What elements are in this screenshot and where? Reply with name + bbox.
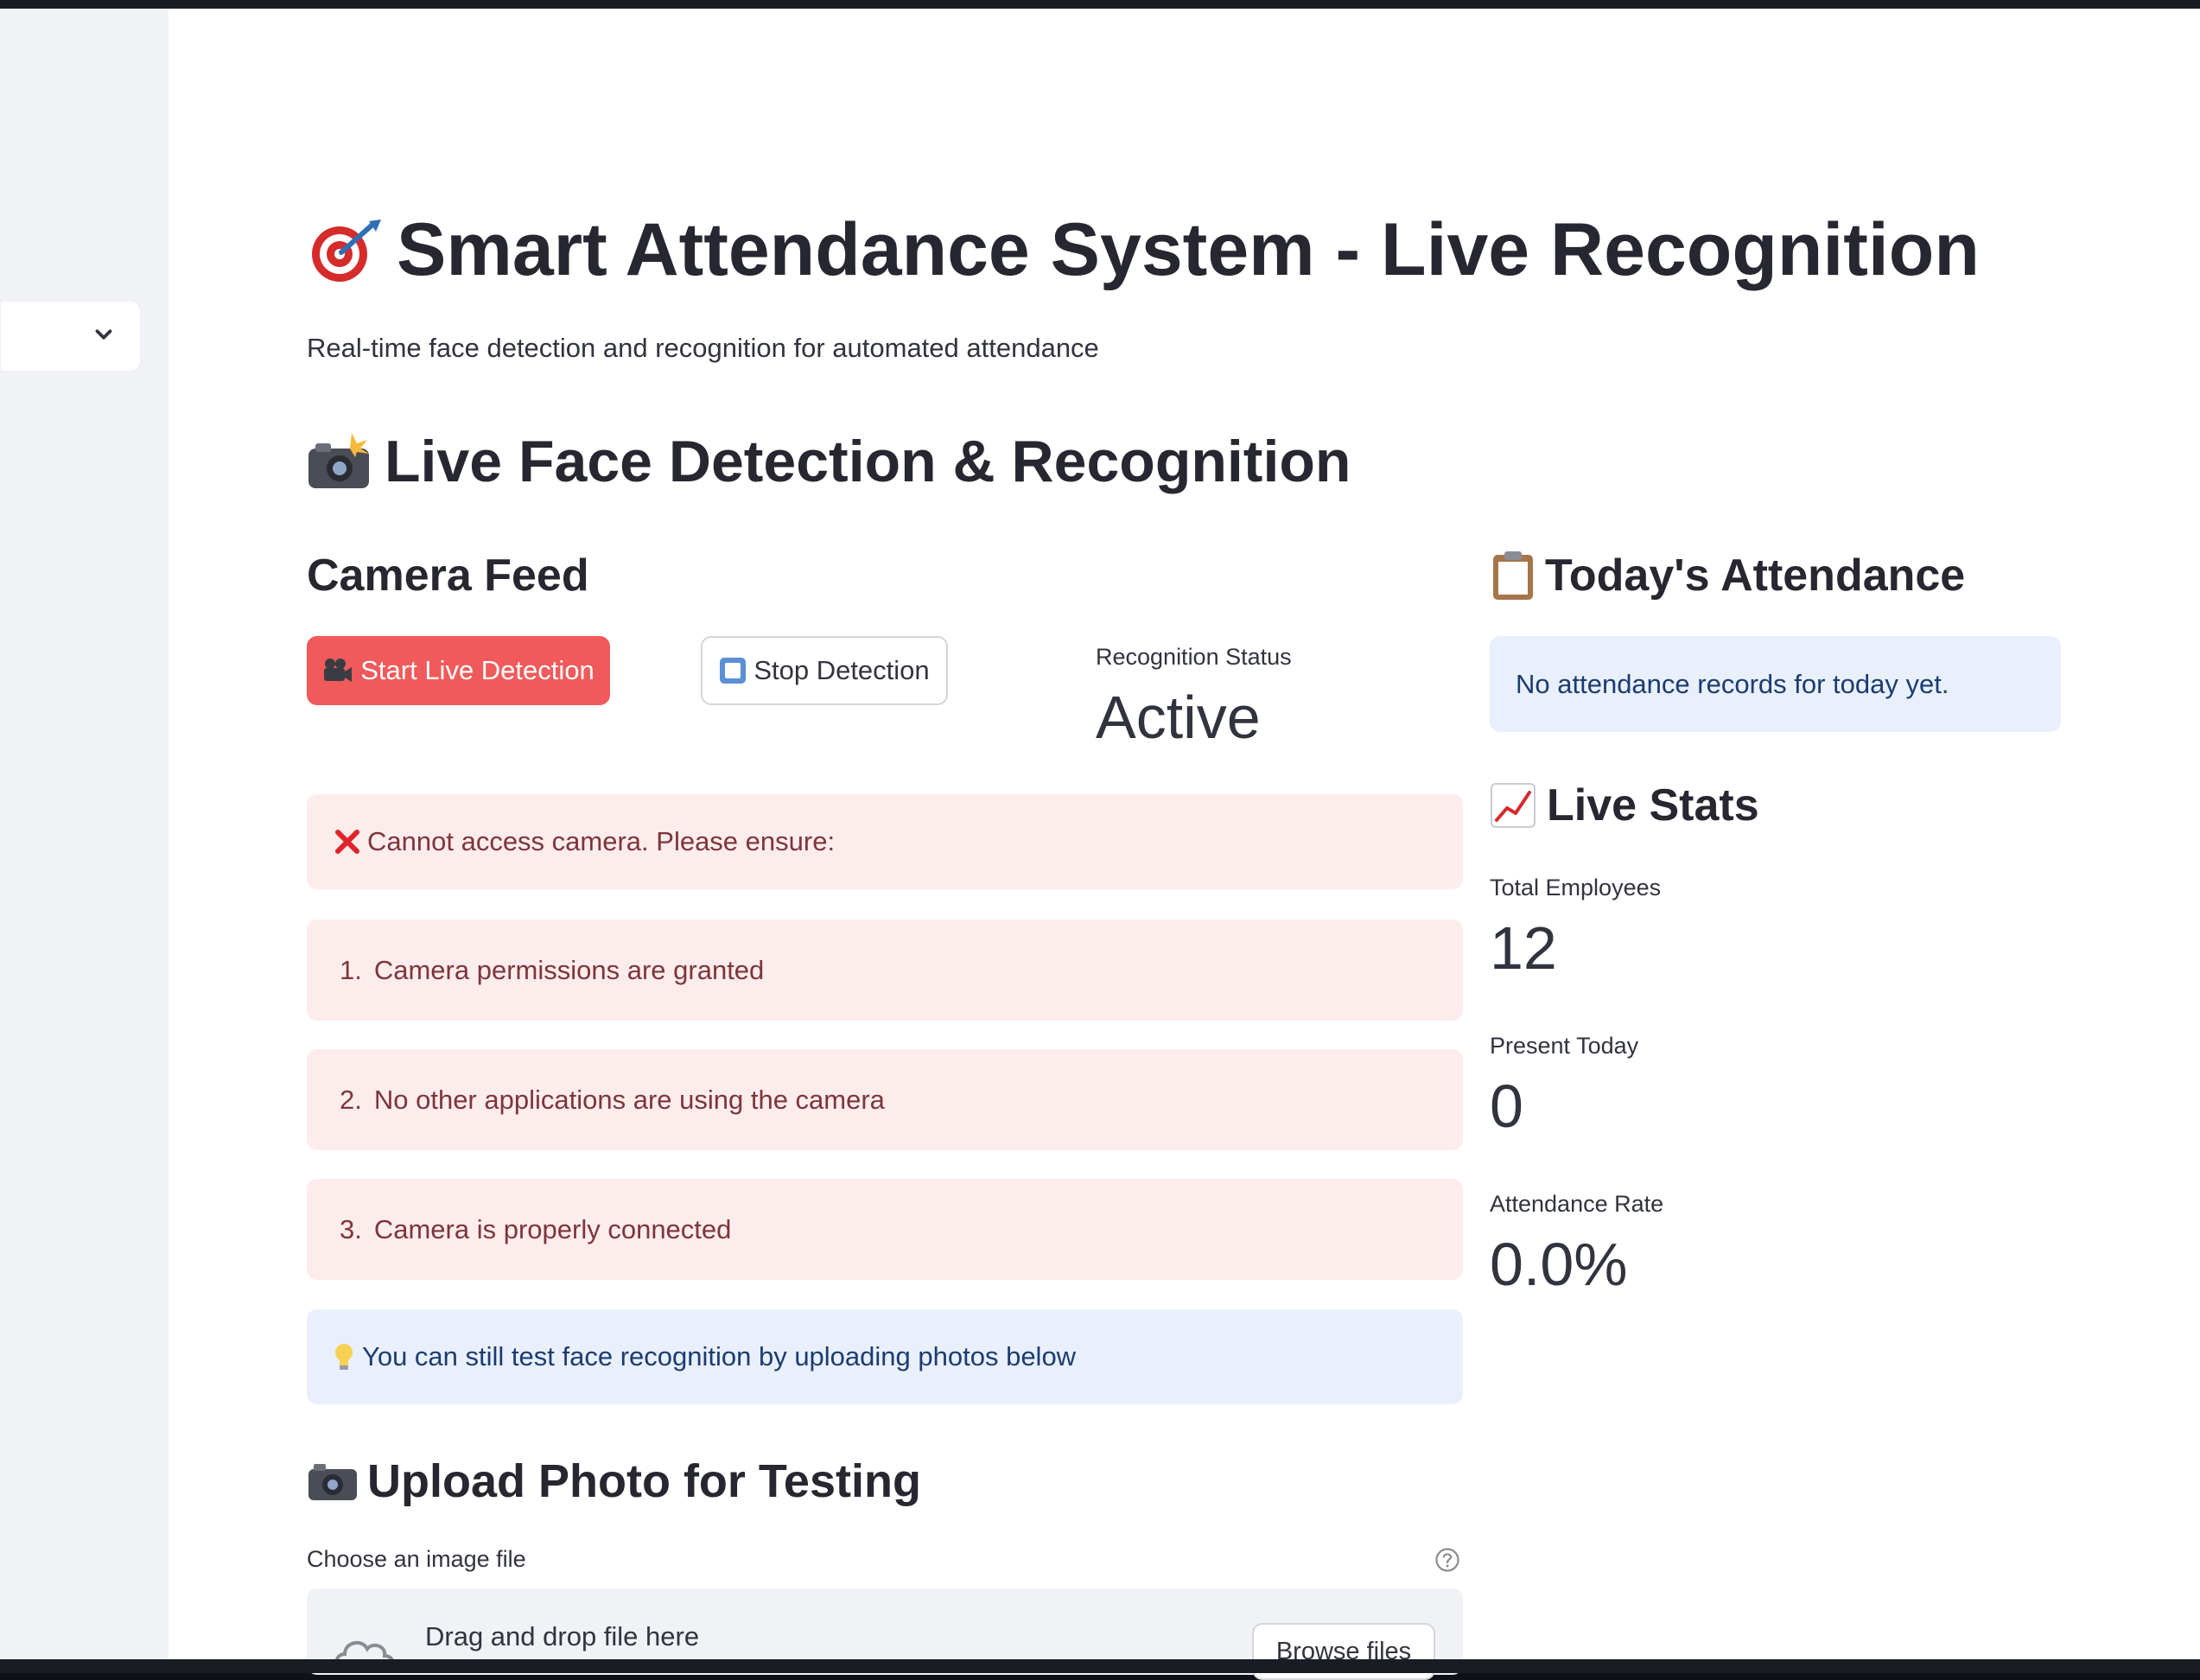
camera-error-text: Cannot access camera. Please ensure:	[367, 826, 836, 856]
light-bulb-icon	[335, 1344, 353, 1370]
camera-error-alert: Cannot access camera. Please ensure:	[307, 794, 1463, 889]
checklist-number: 3.	[340, 1213, 362, 1244]
page-title-text: Smart Attendance System - Live Recogniti…	[397, 208, 1980, 291]
total-employees-value: 12	[1490, 914, 1557, 982]
stop-square-icon	[720, 658, 747, 684]
attendance-rate-label: Attendance Rate	[1490, 1191, 1664, 1217]
total-employees-label: Total Employees	[1490, 875, 1662, 900]
upload-section-heading: Upload Photo for Testing	[307, 1454, 921, 1508]
camera-feed-heading: Camera Feed	[307, 550, 589, 601]
attendance-rate-value: 0.0%	[1490, 1231, 1628, 1298]
attendance-heading-text: Today's Attendance	[1545, 550, 1966, 601]
page-subtitle: Real-time face detection and recognition…	[307, 333, 1099, 363]
window-top-bar	[0, 0, 2200, 9]
recognition-status-value: Active	[1096, 684, 1261, 751]
upload-tip-text: You can still test face recognition by u…	[362, 1341, 1077, 1371]
sidebar	[0, 9, 168, 1659]
live-section-heading-text: Live Face Detection & Recognition	[385, 429, 1351, 494]
present-today-label: Present Today	[1490, 1033, 1639, 1059]
chevron-down-icon	[95, 329, 112, 340]
window-bottom-bar	[0, 1659, 2200, 1673]
sidebar-select[interactable]	[0, 301, 141, 372]
question-circle-icon[interactable]	[1434, 1547, 1460, 1573]
upload-tip-alert: You can still test face recognition by u…	[307, 1309, 1463, 1404]
attendance-heading: Today's Attendance	[1490, 550, 1965, 601]
checklist-item: 3. Camera is properly connected	[307, 1179, 1463, 1280]
file-uploader-label: Choose an image file	[307, 1546, 526, 1572]
start-live-detection-button[interactable]: Start Live Detection	[307, 636, 610, 705]
stop-detection-button[interactable]: Stop Detection	[701, 636, 948, 705]
dropzone-text: Drag and drop file here	[425, 1621, 700, 1651]
page-title: Smart Attendance System - Live Recogniti…	[307, 207, 1980, 293]
camera-flash-icon	[308, 433, 369, 488]
camera-icon	[308, 1464, 357, 1500]
recognition-status-label: Recognition Status	[1096, 644, 1292, 670]
checklist-text: No other applications are using the came…	[373, 1084, 885, 1115]
attendance-empty-alert: No attendance records for today yet.	[1490, 636, 2061, 732]
live-stats-heading-text: Live Stats	[1547, 780, 1759, 830]
start-button-label: Start Live Detection	[360, 655, 595, 685]
live-section-heading: Live Face Detection & Recognition	[307, 428, 1351, 495]
checklist-number: 1.	[340, 954, 362, 985]
upload-section-heading-text: Upload Photo for Testing	[367, 1455, 921, 1507]
present-today-value: 0	[1490, 1072, 1523, 1140]
chart-increasing-icon	[1491, 783, 1536, 828]
video-camera-icon	[324, 659, 353, 682]
checklist-item: 1. Camera permissions are granted	[307, 920, 1463, 1021]
clipboard-icon	[1493, 551, 1533, 600]
checklist-item: 2. No other applications are using the c…	[307, 1049, 1463, 1150]
checklist-text: Camera permissions are granted	[373, 954, 765, 985]
stop-button-label: Stop Detection	[753, 655, 930, 685]
cross-mark-icon	[335, 830, 359, 854]
attendance-empty-text: No attendance records for today yet.	[1516, 668, 1949, 699]
checklist-number: 2.	[340, 1084, 362, 1115]
target-dart-icon	[312, 219, 381, 282]
live-stats-heading: Live Stats	[1490, 780, 1759, 831]
checklist-text: Camera is properly connected	[373, 1213, 732, 1244]
